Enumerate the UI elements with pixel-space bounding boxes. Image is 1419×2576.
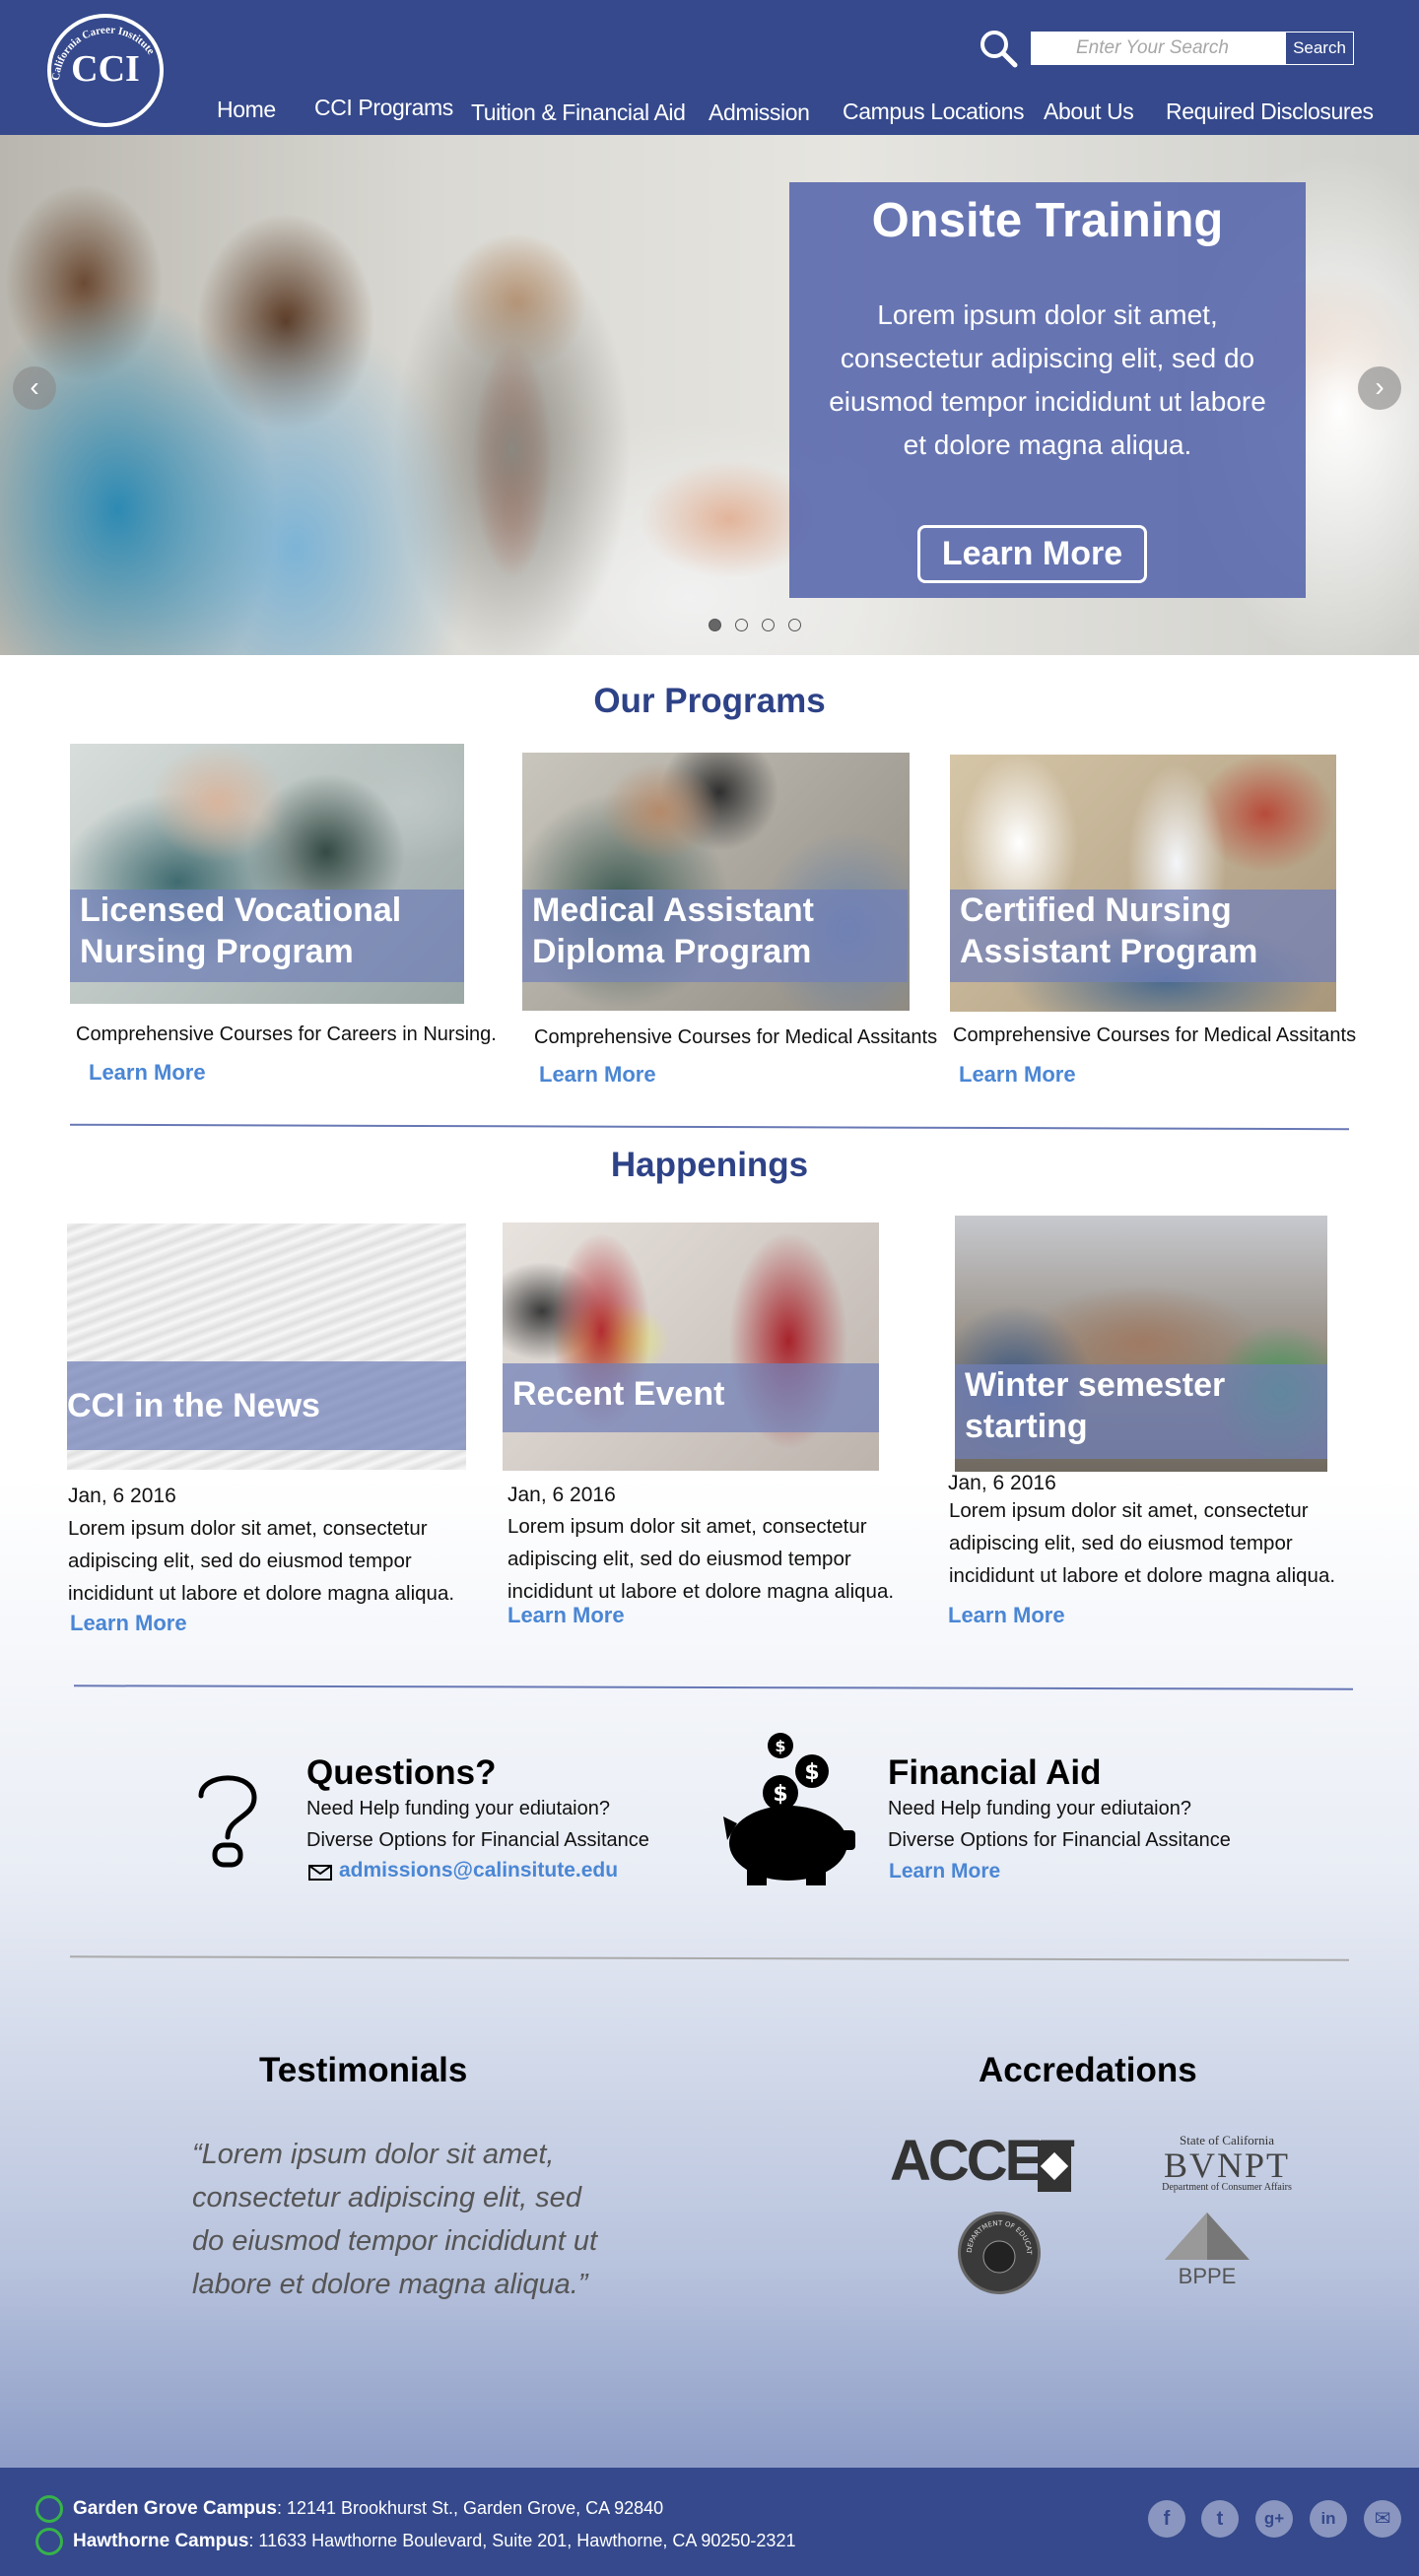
program-learn-more-link[interactable]: Learn More xyxy=(959,1062,1076,1088)
svg-text:$: $ xyxy=(775,1737,785,1755)
search-input[interactable] xyxy=(1031,32,1285,65)
testimonials-title: Testimonials xyxy=(259,2051,468,2089)
testimonial-quote: “Lorem ipsum dolor sit amet, consectetur… xyxy=(192,2139,598,2300)
news-date: Jan, 6 2016 xyxy=(948,1472,1056,1494)
program-title-medical-assistant: Medical Assistant Diploma Program xyxy=(522,890,908,982)
nav-admission[interactable]: Admission xyxy=(709,99,810,126)
hero-title: Onsite Training xyxy=(871,194,1224,247)
campus-garden-grove: Garden Grove Campus: 12141 Brookhurst St… xyxy=(73,2498,663,2520)
logo-text: CCI xyxy=(71,48,140,90)
question-mark-icon xyxy=(198,1775,257,1868)
program-learn-more-link[interactable]: Learn More xyxy=(89,1060,206,1086)
programs-title: Our Programs xyxy=(593,682,826,720)
news-image-recent-event[interactable] xyxy=(503,1222,879,1471)
campus-address: : 11633 Hawthorne Boulevard, Suite 201, … xyxy=(248,2531,796,2550)
piggy-bank-icon: $ $ $ xyxy=(723,1733,855,1885)
news-title-line: Recent Event xyxy=(512,1375,725,1413)
program-title-line: Assistant Program xyxy=(960,933,1258,970)
hero-learn-more-button[interactable]: Learn More xyxy=(917,525,1147,583)
news-title-line: CCI in the News xyxy=(67,1387,320,1424)
campus-hawthorne: Hawthorne Campus: 11633 Hawthorne Boulev… xyxy=(73,2531,795,2552)
news-title: Winter semester starting xyxy=(955,1364,1327,1459)
campus-marker-icon xyxy=(35,2528,63,2555)
news-title-line: starting xyxy=(965,1408,1088,1445)
news-title-line: Winter semester xyxy=(965,1366,1226,1404)
financial-aid-title: Financial Aid xyxy=(888,1753,1102,1792)
bvnpt-logo: State of California BVNPT Department of … xyxy=(1138,2133,1316,2193)
news-learn-more-link[interactable]: Learn More xyxy=(507,1603,625,1628)
nav-campus-locations[interactable]: Campus Locations xyxy=(843,99,1024,125)
news-title: Recent Event xyxy=(503,1363,879,1432)
news-learn-more-link[interactable]: Learn More xyxy=(948,1603,1065,1628)
news-text: Lorem ipsum dolor sit amet, consectetur … xyxy=(68,1517,455,1605)
nav-cci-programs[interactable]: CCI Programs xyxy=(314,95,453,121)
program-title-line: Diploma Program xyxy=(532,933,812,970)
main-nav: Home CCI Programs Tuition & Financial Ai… xyxy=(0,95,1419,134)
carousel-dot[interactable] xyxy=(788,619,801,631)
questions-line: Need Help funding your ediutaion? xyxy=(306,1798,610,1819)
nav-home[interactable]: Home xyxy=(217,97,276,123)
financial-aid-learn-more-link[interactable]: Learn More xyxy=(889,1860,1000,1883)
divider xyxy=(70,1123,1349,1131)
bppe-logo: BPPE xyxy=(1165,2213,1250,2288)
carousel-dot[interactable] xyxy=(709,619,721,631)
news-learn-more-link[interactable]: Learn More xyxy=(70,1611,187,1636)
department-of-education-seal: DEPARTMENT OF EDUCATION xyxy=(958,2212,1041,2294)
program-learn-more-link[interactable]: Learn More xyxy=(539,1062,656,1088)
campus-address: : 12141 Brookhurst St., Garden Grove, CA… xyxy=(276,2498,664,2518)
seal-text: DEPARTMENT OF EDUCATION xyxy=(958,2212,1033,2274)
chevron-right-icon[interactable]: › xyxy=(1358,366,1401,410)
program-desc: Comprehensive Courses for Medical Assita… xyxy=(534,1026,938,1048)
hero-text: Lorem ipsum dolor sit amet, consectetur … xyxy=(829,299,1266,460)
program-title-line: Nursing Program xyxy=(80,933,354,970)
program-desc: Comprehensive Courses for Careers in Nur… xyxy=(76,1024,497,1045)
carousel-dot[interactable] xyxy=(735,619,748,631)
questions-line: Diverse Options for Financial Assitance xyxy=(306,1829,649,1851)
program-title-line: Certified Nursing xyxy=(960,892,1232,929)
news-text: Lorem ipsum dolor sit amet, consectetur … xyxy=(507,1515,895,1603)
nav-tuition-financial-aid[interactable]: Tuition & Financial Aid xyxy=(471,99,686,126)
campus-marker-icon xyxy=(35,2495,63,2523)
svg-text:$: $ xyxy=(804,1760,819,1785)
search-icon[interactable] xyxy=(978,28,1021,71)
linkedin-icon[interactable]: in xyxy=(1310,2500,1347,2538)
chevron-left-icon[interactable]: ‹ xyxy=(13,366,56,410)
accreditations-title: Accredations xyxy=(979,2051,1197,2089)
financial-aid-line: Need Help funding your ediutaion? xyxy=(888,1798,1191,1819)
campus-name: Hawthorne Campus xyxy=(73,2531,249,2551)
financial-aid-line: Diverse Options for Financial Assitance xyxy=(888,1829,1231,1851)
news-title: CCI in the News xyxy=(67,1361,466,1450)
envelope-icon xyxy=(308,1865,332,1881)
program-title-line: Licensed Vocational xyxy=(80,892,402,929)
facebook-icon[interactable]: f xyxy=(1148,2500,1185,2538)
bvnpt-text: BVNPT xyxy=(1163,2146,1291,2185)
divider xyxy=(73,1684,1354,1690)
email-icon[interactable]: ✉ xyxy=(1364,2500,1401,2538)
google-plus-icon[interactable]: g+ xyxy=(1255,2500,1293,2538)
program-title-cna: Certified Nursing Assistant Program xyxy=(950,890,1336,982)
nav-required-disclosures[interactable]: Required Disclosures xyxy=(1166,99,1374,125)
admissions-email-link[interactable]: admissions@calinsitute.edu xyxy=(339,1859,618,1882)
news-date: Jan, 6 2016 xyxy=(507,1484,616,1506)
campus-name: Garden Grove Campus xyxy=(73,2498,277,2519)
nav-about-us[interactable]: About Us xyxy=(1044,99,1134,125)
bvnpt-sub: Department of Consumer Affairs xyxy=(1162,2182,1292,2193)
happenings-title: Happenings xyxy=(610,1146,809,1184)
program-title-line: Medical Assistant xyxy=(532,892,814,929)
questions-title: Questions? xyxy=(306,1753,497,1792)
carousel-dot[interactable] xyxy=(762,619,775,631)
news-text: Lorem ipsum dolor sit amet, consectetur … xyxy=(949,1499,1336,1587)
search-button[interactable]: Search xyxy=(1285,32,1354,65)
program-title-lvn: Licensed Vocational Nursing Program xyxy=(70,890,464,982)
accet-logo-mark xyxy=(1038,2141,1071,2192)
twitter-icon[interactable]: t xyxy=(1201,2500,1239,2538)
svg-text:$: $ xyxy=(773,1782,787,1807)
program-desc: Comprehensive Courses for Medical Assita… xyxy=(953,1024,1357,1046)
news-date: Jan, 6 2016 xyxy=(68,1485,176,1507)
divider xyxy=(69,1955,1350,1961)
svg-text:BPPE: BPPE xyxy=(1179,2264,1237,2288)
